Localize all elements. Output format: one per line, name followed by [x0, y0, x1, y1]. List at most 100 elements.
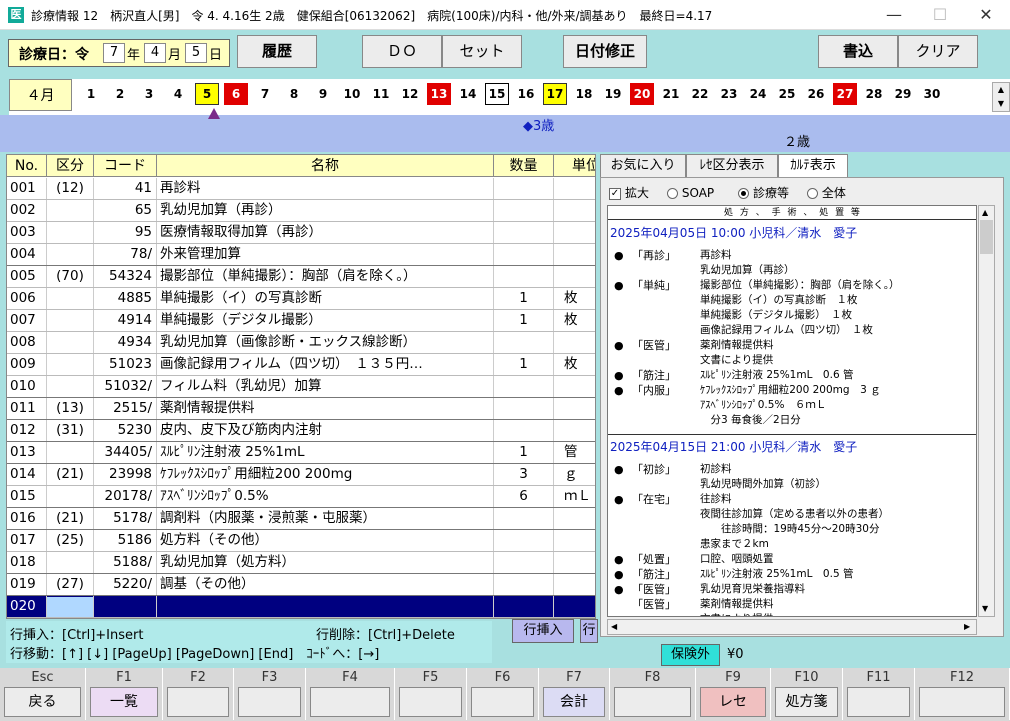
calendar-day[interactable]: 9 — [311, 83, 335, 105]
maximize-button[interactable]: ☐ — [917, 0, 963, 30]
calendar-day[interactable]: 24 — [746, 83, 770, 105]
karte-visit-date[interactable]: 2025年04月15日 21:00 小児科／清水 愛子 — [610, 440, 976, 455]
insert-row-button[interactable]: 行挿入 — [512, 619, 574, 643]
table-row[interactable]: 016 (21) 5178/調剤料（内服薬・浸煎薬・屯服薬） — [7, 508, 595, 530]
calendar-day[interactable]: 20 — [630, 83, 654, 105]
radio-soap[interactable]: SOAP — [666, 186, 714, 200]
table-row[interactable]: 015 20178/ｱｽﾍﾞﾘﾝｼﾛｯﾌﾟ0.5% 6 ｍＬ — [7, 486, 595, 508]
calendar-day[interactable]: 26 — [804, 83, 828, 105]
calendar-day[interactable]: 30 — [920, 83, 944, 105]
cell-code: 54324 — [94, 266, 157, 287]
calendar-day[interactable]: 6 — [224, 83, 248, 105]
calendar-scroll[interactable]: ▲ ▼ — [992, 82, 1010, 112]
karte-vertical-scrollbar[interactable]: ▲ ▼ — [978, 205, 995, 617]
calendar-day[interactable]: 15 — [485, 83, 509, 105]
karte-visit-date[interactable]: 2025年04月05日 10:00 小児科／清水 愛子 — [610, 226, 976, 241]
fkey-button-f4[interactable] — [310, 687, 390, 717]
fkey-button-f8[interactable] — [614, 687, 691, 717]
calendar-day[interactable]: 18 — [572, 83, 596, 105]
table-row[interactable]: 002 65 乳幼児加算（再診） — [7, 200, 595, 222]
scroll-thumb[interactable] — [980, 220, 993, 254]
table-row[interactable]: 003 95 医療情報取得加算（再診） — [7, 222, 595, 244]
calendar-day[interactable]: 8 — [282, 83, 306, 105]
calendar-day[interactable]: 19 — [601, 83, 625, 105]
history-button[interactable]: 履歴 — [237, 35, 317, 68]
table-row[interactable]: 017 (25) 5186 処方料（その他） — [7, 530, 595, 552]
do-button[interactable]: ＤＯ — [362, 35, 442, 68]
calendar-day[interactable]: 5 — [195, 83, 219, 105]
fkey-button-f7[interactable]: 会計 — [543, 687, 605, 717]
calendar-day[interactable]: 7 — [253, 83, 277, 105]
table-row[interactable]: 009 51023 画像記録用フィルム（四ツ切） １３５円… 1 枚 — [7, 354, 595, 376]
radio-selected-icon — [737, 188, 749, 199]
fkey-button-f9[interactable]: レセ — [700, 687, 766, 717]
tab-karte[interactable]: ｶﾙﾃ表示 — [778, 154, 848, 178]
calendar-day[interactable]: 13 — [427, 83, 451, 105]
calendar-day[interactable]: 17 — [543, 83, 567, 105]
month-input[interactable]: 4 — [144, 43, 166, 63]
table-row[interactable]: 006 4885 単純撮影（イ）の写真診断 1 枚 — [7, 288, 595, 310]
fix-date-button[interactable]: 日付修正 — [563, 35, 647, 68]
fkey-button-f11[interactable] — [847, 687, 910, 717]
calendar-day[interactable]: 1 — [79, 83, 103, 105]
calendar-day[interactable]: 22 — [688, 83, 712, 105]
scroll-up-icon[interactable]: ▲ — [982, 208, 988, 217]
calendar-month[interactable]: ４月 — [9, 79, 72, 111]
calendar-day[interactable]: 28 — [862, 83, 886, 105]
table-row[interactable]: 018 5188/乳幼児加算（処方料） — [7, 552, 595, 574]
close-button[interactable]: ✕ — [963, 0, 1009, 30]
fkey-button-f5[interactable] — [399, 687, 462, 717]
clear-button[interactable]: クリア — [898, 35, 978, 68]
fkey-button-f1[interactable]: 一覧 — [90, 687, 158, 717]
day-input[interactable]: 5 — [185, 43, 207, 63]
table-row[interactable]: 007 4914 単純撮影（デジタル撮影） 1 枚 — [7, 310, 595, 332]
table-row[interactable]: 008 4934 乳幼児加算（画像診断・エックス線診断） — [7, 332, 595, 354]
fkey-button-esc[interactable]: 戻る — [4, 687, 81, 717]
table-row[interactable]: 013 34405/ｽﾙﾋﾟﾘﾝ注射液 25%1mL 1 管 — [7, 442, 595, 464]
calendar-day[interactable]: 3 — [137, 83, 161, 105]
table-row[interactable]: 001 (12) 41 再診料 — [7, 178, 595, 200]
table-row[interactable]: 010 51032/フィルム料（乳幼児）加算 — [7, 376, 595, 398]
set-button[interactable]: セット — [442, 35, 522, 68]
calendar-day[interactable]: 14 — [456, 83, 480, 105]
year-input[interactable]: 7 — [103, 43, 125, 63]
expand-checkbox[interactable]: ✓ 拡大 — [609, 186, 649, 200]
table-row[interactable]: 014 (21) 23998 ｹﾌﾚｯｸｽｼﾛｯﾌﾟ用細粒200 200mg 3 ｇ — [7, 464, 595, 486]
scroll-down-icon[interactable]: ▼ — [993, 97, 1009, 111]
fkey-button-f12[interactable] — [919, 687, 1005, 717]
table-row[interactable]: 012 (31) 5230 皮内、皮下及び筋肉内注射 — [7, 420, 595, 442]
table-row[interactable]: 019 (27) 5220/調基（その他） — [7, 574, 595, 596]
fkey-button-f3[interactable] — [238, 687, 301, 717]
fkey-button-f10[interactable]: 処方箋 — [775, 687, 838, 717]
calendar-day[interactable]: 11 — [369, 83, 393, 105]
scroll-up-icon[interactable]: ▲ — [993, 83, 1009, 97]
fkey-button-f6[interactable] — [471, 687, 534, 717]
calendar-day[interactable]: 12 — [398, 83, 422, 105]
calendar-day[interactable]: 27 — [833, 83, 857, 105]
calendar-day[interactable]: 25 — [775, 83, 799, 105]
minimize-button[interactable]: — — [871, 0, 917, 30]
scroll-left-icon[interactable]: ◀ — [611, 622, 617, 631]
calendar-day[interactable]: 29 — [891, 83, 915, 105]
table-row[interactable]: 005 (70) 54324 撮影部位（単純撮影）：胸部（肩を除く。） — [7, 266, 595, 288]
fkey-button-f2[interactable] — [167, 687, 229, 717]
calendar-day[interactable]: 21 — [659, 83, 683, 105]
calendar-day[interactable]: 23 — [717, 83, 741, 105]
save-button[interactable]: 書込 — [818, 35, 898, 68]
radio-shinryo[interactable]: 診療等 — [737, 186, 789, 200]
delete-row-button[interactable]: 行 — [580, 619, 598, 643]
calendar-day[interactable]: 2 — [108, 83, 132, 105]
tab-rece-kubun[interactable]: ﾚｾ区分表示 — [686, 154, 778, 178]
calendar-day[interactable]: 4 — [166, 83, 190, 105]
karte-horizontal-scrollbar[interactable]: ◀ ▶ — [607, 619, 977, 635]
scroll-down-icon[interactable]: ▼ — [982, 604, 988, 613]
calendar-day[interactable]: 16 — [514, 83, 538, 105]
tab-favorites[interactable]: お気に入り — [600, 154, 686, 178]
hoken-gai-button[interactable]: 保険外 — [661, 644, 720, 666]
scroll-right-icon[interactable]: ▶ — [964, 622, 970, 631]
table-row[interactable]: 004 78/外来管理加算 — [7, 244, 595, 266]
table-row[interactable]: 020 — [7, 596, 595, 618]
radio-all[interactable]: 全体 — [806, 186, 846, 200]
calendar-day[interactable]: 10 — [340, 83, 364, 105]
table-row[interactable]: 011 (13) 2515/薬剤情報提供料 — [7, 398, 595, 420]
